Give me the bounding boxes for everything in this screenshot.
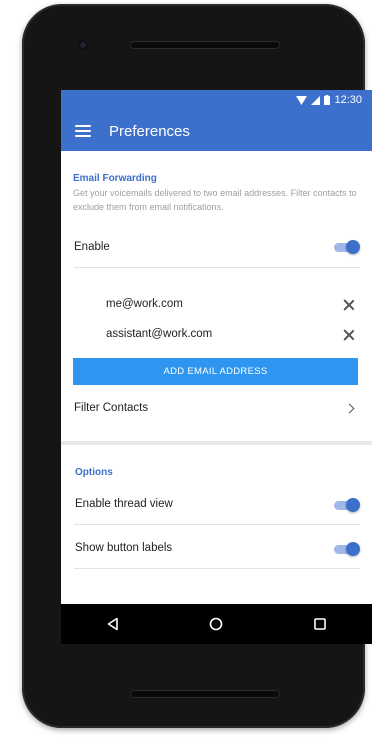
show-button-labels-label: Show button labels [75,542,173,554]
signal-icon [311,95,321,105]
front-camera [78,40,88,50]
chevron-right-icon[interactable] [344,403,355,414]
recents-icon [314,618,326,630]
show-button-labels-toggle[interactable] [334,542,360,556]
navigation-bar [61,604,372,644]
divider [74,568,360,569]
back-button[interactable] [98,609,128,639]
email-forwarding-title: Email Forwarding [73,173,157,184]
bottom-speaker [130,690,280,698]
status-bar: 12:30 [61,90,372,111]
recents-button[interactable] [305,609,335,639]
status-icons: 12:30 [296,94,362,106]
filter-contacts-item[interactable]: Filter Contacts [74,402,148,414]
remove-email-1-close-icon[interactable] [343,299,355,311]
enable-thread-view-label: Enable thread view [75,498,173,510]
phone-frame: 12:30 Preferences Email Forwarding Get y… [22,4,372,728]
enable-toggle[interactable] [334,240,360,254]
email-address-1: me@work.com [106,298,183,310]
battery-icon [324,95,331,105]
remove-email-2-close-icon[interactable] [343,329,355,341]
enable-thread-view-toggle[interactable] [334,498,360,512]
back-icon [107,617,118,631]
screen: 12:30 Preferences Email Forwarding Get y… [61,90,372,644]
email-address-2: assistant@work.com [106,328,213,340]
app-bar: Preferences [61,111,372,151]
home-icon [210,617,223,631]
add-email-address-button[interactable]: ADD EMAIL ADDRESS [73,358,358,385]
home-button[interactable] [201,609,231,639]
divider [74,267,360,268]
menu-icon[interactable] [75,125,91,137]
status-time: 12:30 [334,94,362,106]
email-forwarding-description: Get your voicemails delivered to two ema… [73,188,357,212]
top-speaker [130,41,280,49]
section-divider [61,441,372,445]
divider [74,524,360,525]
page-title: Preferences [109,122,190,140]
enable-label: Enable [74,241,110,253]
wifi-icon [296,95,308,105]
options-title: Options [75,467,113,478]
